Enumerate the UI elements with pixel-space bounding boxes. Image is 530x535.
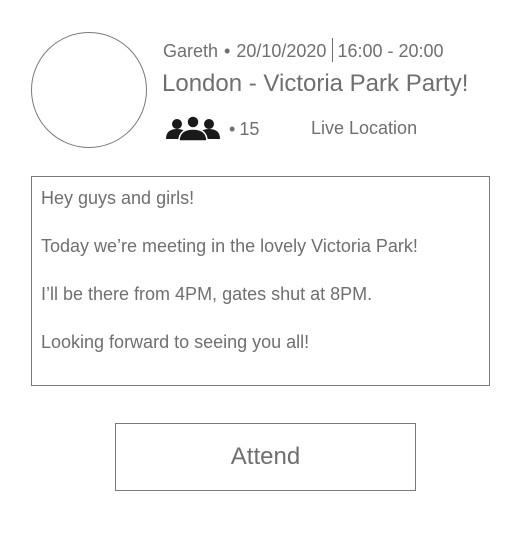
message-line: I’ll be there from 4PM, gates shut at 8P… [41, 284, 373, 304]
event-meta: Gareth • 20/10/2020 16:00 - 20:00 [163, 38, 444, 62]
message-line: Looking forward to seeing you all! [41, 332, 310, 352]
count-separator: • [229, 118, 236, 139]
event-date: 20/10/2020 [236, 41, 327, 61]
attendee-count-value: 15 [239, 118, 260, 139]
event-time: 16:00 - 20:00 [337, 41, 444, 61]
message-line: Today we’re meeting in the lovely Victor… [41, 236, 418, 256]
host-name: Gareth [163, 41, 219, 61]
attendee-count: • 15 [229, 119, 259, 140]
attendee-summary[interactable]: • 15 [164, 114, 259, 144]
attend-button[interactable]: Attend [115, 423, 416, 491]
host-avatar [31, 32, 147, 148]
event-message: Hey guys and girls! Today we’re meeting … [31, 176, 490, 386]
live-location-link[interactable]: Live Location [311, 117, 417, 139]
message-line: Hey guys and girls! [41, 188, 195, 208]
meta-divider [332, 38, 334, 62]
meta-separator: • [224, 41, 231, 61]
people-group-icon [164, 115, 222, 143]
event-title: London - Victoria Park Party! [162, 70, 469, 97]
